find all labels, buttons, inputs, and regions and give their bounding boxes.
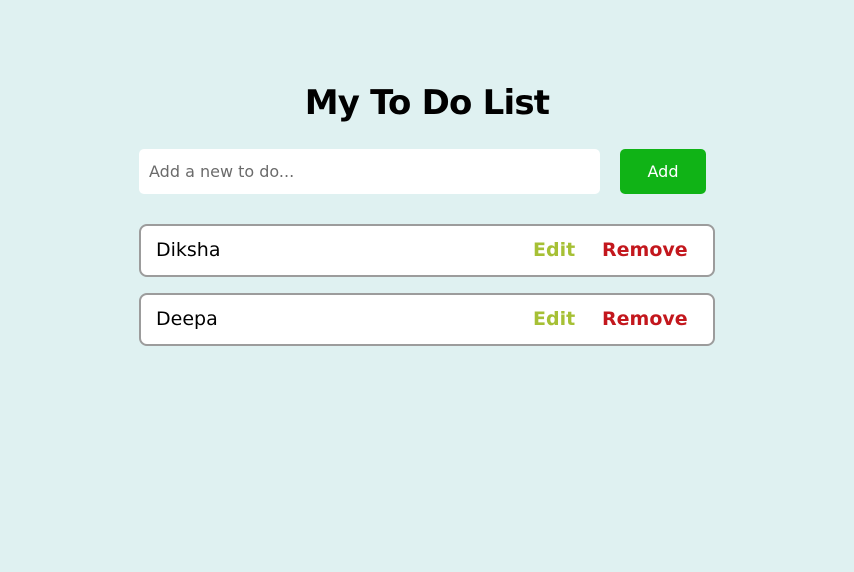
remove-button[interactable]: Remove <box>602 295 688 344</box>
todo-list: Diksha Edit Remove Deepa Edit Remove <box>139 224 715 362</box>
remove-button[interactable]: Remove <box>602 226 688 275</box>
edit-button[interactable]: Edit <box>533 226 575 275</box>
new-todo-input[interactable] <box>139 149 600 194</box>
todo-text: Diksha <box>156 239 221 261</box>
todo-item: Deepa Edit Remove <box>139 293 715 346</box>
page-title: My To Do List <box>304 83 550 123</box>
add-button[interactable]: Add <box>620 149 706 194</box>
edit-button[interactable]: Edit <box>533 295 575 344</box>
todo-item: Diksha Edit Remove <box>139 224 715 277</box>
todo-text: Deepa <box>156 308 218 330</box>
